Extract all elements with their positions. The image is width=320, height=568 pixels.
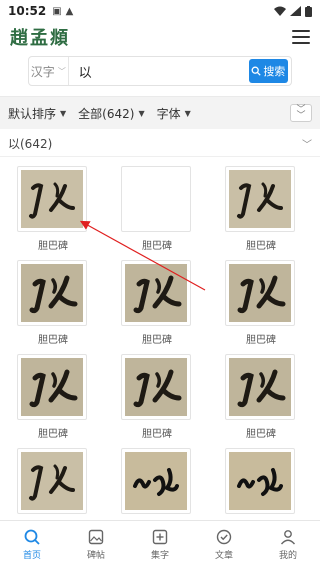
font-filter-label: 字体 [156,106,181,121]
character-card[interactable]: 胆巴碑 [121,166,193,252]
check-circle-icon [216,529,232,545]
character-card[interactable]: 胆巴碑 [17,260,89,346]
search-type-select[interactable]: 汉字 ﹀ [29,57,69,85]
sort-filter-label: 默认排序 [8,106,57,121]
search-button-label: 搜索 [263,65,286,78]
character-thumbnail [121,448,191,514]
caret-down-icon: ▼ [184,108,191,118]
character-source: 胆巴碑 [142,429,172,440]
bottom-nav: 首页 碑帖 集字 文章 我的 [0,520,320,568]
character-thumbnail [225,448,295,514]
caret-down-icon: ▼ [60,108,67,118]
nav-mine[interactable]: 我的 [256,521,320,568]
character-source: 胆巴碑 [38,335,68,346]
character-thumbnail [17,260,87,326]
double-chevron-down-icon: ﹀ ﹀ [296,105,306,121]
character-card[interactable]: 胆巴碑 [225,166,297,252]
chevron-down-icon: ﹀ [302,140,312,151]
character-thumbnail [121,166,191,232]
filter-bar: 默认排序 ▼ 全部(642) ▼ 字体 ▼ ﹀ ﹀ [0,97,320,129]
nav-rubbings[interactable]: 碑帖 [64,521,128,568]
user-icon [280,530,296,545]
nav-collect-label: 集字 [150,551,169,561]
gallery-icon: ▣ [52,5,62,17]
add-square-icon [152,529,168,545]
sort-filter[interactable]: 默认排序 ▼ [8,105,66,122]
nav-articles-label: 文章 [214,551,233,561]
nav-home[interactable]: 首页 [0,521,64,568]
nav-collect[interactable]: 集字 [128,521,192,568]
search-bar: 汉字 ﹀ 搜索 [28,56,292,86]
search-icon [24,529,40,545]
search-type-label: 汉字 [30,64,55,79]
font-filter[interactable]: 字体 ▼ [157,105,191,122]
battery-icon [305,5,312,17]
character-source: 胆巴碑 [38,429,68,440]
search-button[interactable]: 搜索 [248,59,288,83]
expand-filters-button[interactable]: ﹀ ﹀ [290,104,312,122]
character-card[interactable]: 胆巴碑 [121,260,193,346]
character-card[interactable]: 胆巴碑 [225,354,297,440]
wifi-icon [274,6,286,16]
all-filter[interactable]: 全部(642) ▼ [78,105,144,122]
result-header[interactable]: 以(642) ﹀ [0,131,320,157]
character-card[interactable]: 胆巴碑 [17,166,89,252]
font-a-icon: ▲ [65,5,74,17]
all-filter-label: 全部(642) [78,106,135,121]
character-source: 胆巴碑 [246,241,276,252]
nav-rubbings-label: 碑帖 [86,551,105,561]
menu-icon[interactable] [292,30,310,44]
character-thumbnail [121,354,191,420]
nav-mine-label: 我的 [278,551,297,561]
character-source: 胆巴碑 [142,241,172,252]
app-logo: 趙孟頫 [10,28,70,49]
character-thumbnail [17,354,87,420]
character-source: 胆巴碑 [142,335,172,346]
character-source: 胆巴碑 [246,429,276,440]
image-icon [88,529,104,545]
signal-icon [290,6,301,16]
character-thumbnail [225,260,295,326]
nav-articles[interactable]: 文章 [192,521,256,568]
character-thumbnail [17,166,87,232]
status-bar: 10:52 ▣ ▲ [0,0,320,22]
result-title: 以(642) [8,137,53,151]
nav-home-label: 首页 [22,551,41,561]
chevron-down-icon: ﹀ [57,66,66,76]
character-thumbnail [17,448,87,514]
character-thumbnail [225,166,295,232]
search-icon [251,66,261,76]
app-header: 趙孟頫 [0,22,320,52]
character-card[interactable]: 胆巴碑 [121,354,193,440]
character-source: 胆巴碑 [246,335,276,346]
caret-down-icon: ▼ [138,108,145,118]
character-card[interactable]: 胆巴碑 [17,354,89,440]
character-thumbnail [225,354,295,420]
character-thumbnail [121,260,191,326]
character-source: 胆巴碑 [38,241,68,252]
search-input[interactable] [68,57,249,85]
character-card[interactable]: 胆巴碑 [225,260,297,346]
status-time: 10:52 [8,4,47,18]
